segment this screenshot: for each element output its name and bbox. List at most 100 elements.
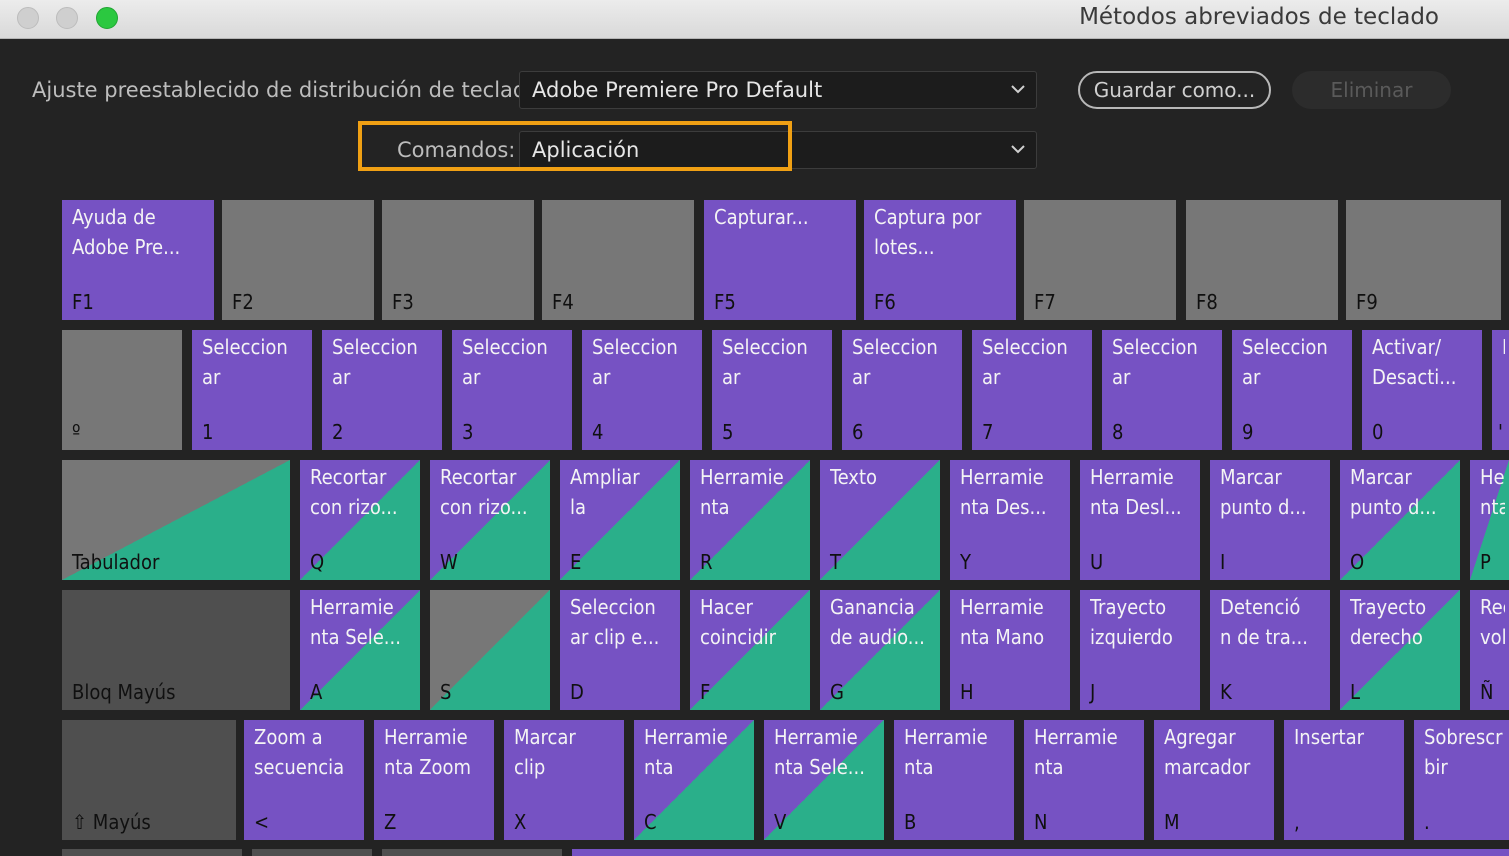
chevron-down-icon [1011, 145, 1025, 154]
key-r[interactable]: Herramie nta R [690, 460, 810, 580]
key-d[interactable]: Seleccion ar clip e... D [560, 590, 680, 710]
key-2[interactable]: Seleccion ar 2 [322, 330, 442, 450]
key-command: Seleccion ar clip e... [570, 595, 660, 649]
key-v[interactable]: Herramie nta Sele... V [764, 720, 884, 840]
key-command: Marcar punto d... [1350, 465, 1437, 519]
key-command: Recortar con rizo... [310, 465, 398, 519]
key-g[interactable]: Ganancia de audio... G [820, 590, 940, 710]
key-less-than[interactable]: Zoom a secuencia < [244, 720, 364, 840]
key-command: Herramie nta Mano [960, 595, 1045, 649]
delete-button[interactable]: Eliminar [1292, 71, 1451, 109]
key-label: J [1090, 680, 1096, 704]
key-label: F [700, 680, 711, 704]
key-e[interactable]: Ampliar la E [560, 460, 680, 580]
key-f2[interactable]: F2 [222, 200, 374, 320]
preset-dropdown[interactable]: Adobe Premiere Pro Default [519, 71, 1037, 109]
key-9[interactable]: Seleccion ar 9 [1232, 330, 1352, 450]
key-shift[interactable]: ⇧ Mayús [62, 720, 236, 840]
save-as-button[interactable]: Guardar como... [1078, 71, 1271, 109]
key-label: K [1220, 680, 1232, 704]
key-c[interactable]: Herramie nta C [634, 720, 754, 840]
key-i[interactable]: Marcar punto d... I [1210, 460, 1330, 580]
close-window-button[interactable] [17, 7, 39, 29]
key-label: T [830, 550, 841, 574]
key-command: Seleccion ar [462, 335, 548, 389]
key-command: Seleccion ar [1112, 335, 1198, 389]
key-b[interactable]: Herramie nta B [894, 720, 1014, 840]
key-u[interactable]: Herramie nta Desl... U [1080, 460, 1200, 580]
key-7[interactable]: Seleccion ar 7 [972, 330, 1092, 450]
key-f9[interactable]: F9 [1346, 200, 1501, 320]
key-bottom-row-partial[interactable] [382, 849, 562, 856]
key-5[interactable]: Seleccion ar 5 [712, 330, 832, 450]
key-t[interactable]: Texto T [820, 460, 940, 580]
key-apostrophe[interactable]: E ' [1492, 330, 1509, 450]
key-tab[interactable]: Tabulador [62, 460, 290, 580]
key-comma[interactable]: Insertar , [1284, 720, 1404, 840]
key-s[interactable]: S [430, 590, 550, 710]
key-f8[interactable]: F8 [1186, 200, 1338, 320]
key-f7[interactable]: F7 [1024, 200, 1176, 320]
key-label: Bloq Mayús [72, 680, 176, 704]
key-label: F6 [874, 290, 896, 314]
key-bottom-row-partial[interactable] [252, 849, 372, 856]
key-bottom-row-partial[interactable] [62, 849, 242, 856]
key-label: X [514, 810, 527, 834]
key-f3[interactable]: F3 [382, 200, 534, 320]
commands-label: Comandos: [397, 138, 516, 162]
key-enye[interactable]: Rec vol Ñ [1470, 590, 1509, 710]
key-label: E [570, 550, 582, 574]
key-label: F4 [552, 290, 574, 314]
key-a[interactable]: Herramie nta Sele... A [300, 590, 420, 710]
key-k[interactable]: Detenció n de tra... K [1210, 590, 1330, 710]
key-label: , [1294, 810, 1300, 834]
key-label: H [960, 680, 974, 704]
zoom-window-button[interactable] [96, 7, 118, 29]
key-ordinal[interactable]: º [62, 330, 182, 450]
key-label: Tabulador [72, 550, 160, 574]
key-f6[interactable]: Captura por lotes... F6 [864, 200, 1016, 320]
key-n[interactable]: Herramie nta N [1024, 720, 1144, 840]
key-command: Herramie nta Sele... [310, 595, 401, 649]
key-label: º [72, 420, 81, 444]
key-f4[interactable]: F4 [542, 200, 694, 320]
key-command: Herramie nta Zoom [384, 725, 472, 779]
key-x[interactable]: Marcar clip X [504, 720, 624, 840]
commands-dropdown[interactable]: Aplicación [519, 131, 1037, 169]
key-command: Herramie nta [1034, 725, 1118, 779]
key-command: Herramie nta [904, 725, 988, 779]
key-command: Detenció n de tra... [1220, 595, 1308, 649]
key-label: 6 [852, 420, 864, 444]
key-3[interactable]: Seleccion ar 3 [452, 330, 572, 450]
key-label: S [440, 680, 452, 704]
key-y[interactable]: Herramie nta Des... Y [950, 460, 1070, 580]
key-8[interactable]: Seleccion ar 8 [1102, 330, 1222, 450]
window-title: Métodos abreviados de teclado [1079, 4, 1439, 30]
key-m[interactable]: Agregar marcador M [1154, 720, 1274, 840]
key-command: Rec vol [1480, 595, 1505, 649]
key-l[interactable]: Trayecto derecho L [1340, 590, 1460, 710]
key-q[interactable]: Recortar con rizo... Q [300, 460, 420, 580]
key-h[interactable]: Herramie nta Mano H [950, 590, 1070, 710]
key-label: P [1480, 550, 1491, 574]
key-p[interactable]: Her nta P [1470, 460, 1509, 580]
key-f[interactable]: Hacer coincidir F [690, 590, 810, 710]
key-6[interactable]: Seleccion ar 6 [842, 330, 962, 450]
key-o[interactable]: Marcar punto d... O [1340, 460, 1460, 580]
key-f1[interactable]: Ayuda de Adobe Pre... F1 [62, 200, 214, 320]
key-command: E [1502, 332, 1505, 396]
key-label: < [254, 810, 270, 834]
key-j[interactable]: Trayecto izquierdo J [1080, 590, 1200, 710]
key-space-partial[interactable] [572, 849, 1509, 856]
key-w[interactable]: Recortar con rizo... W [430, 460, 550, 580]
minimize-window-button[interactable] [56, 7, 78, 29]
key-period[interactable]: Sobrescr bir . [1414, 720, 1509, 840]
key-4[interactable]: Seleccion ar 4 [582, 330, 702, 450]
key-f5[interactable]: Capturar... F5 [704, 200, 856, 320]
key-0[interactable]: Activar/ Desacti... 0 [1362, 330, 1482, 450]
key-1[interactable]: Seleccion ar 1 [192, 330, 312, 450]
key-label: 3 [462, 420, 474, 444]
key-z[interactable]: Herramie nta Zoom Z [374, 720, 494, 840]
key-caps-lock[interactable]: Bloq Mayús [62, 590, 290, 710]
key-label: F9 [1356, 290, 1378, 314]
